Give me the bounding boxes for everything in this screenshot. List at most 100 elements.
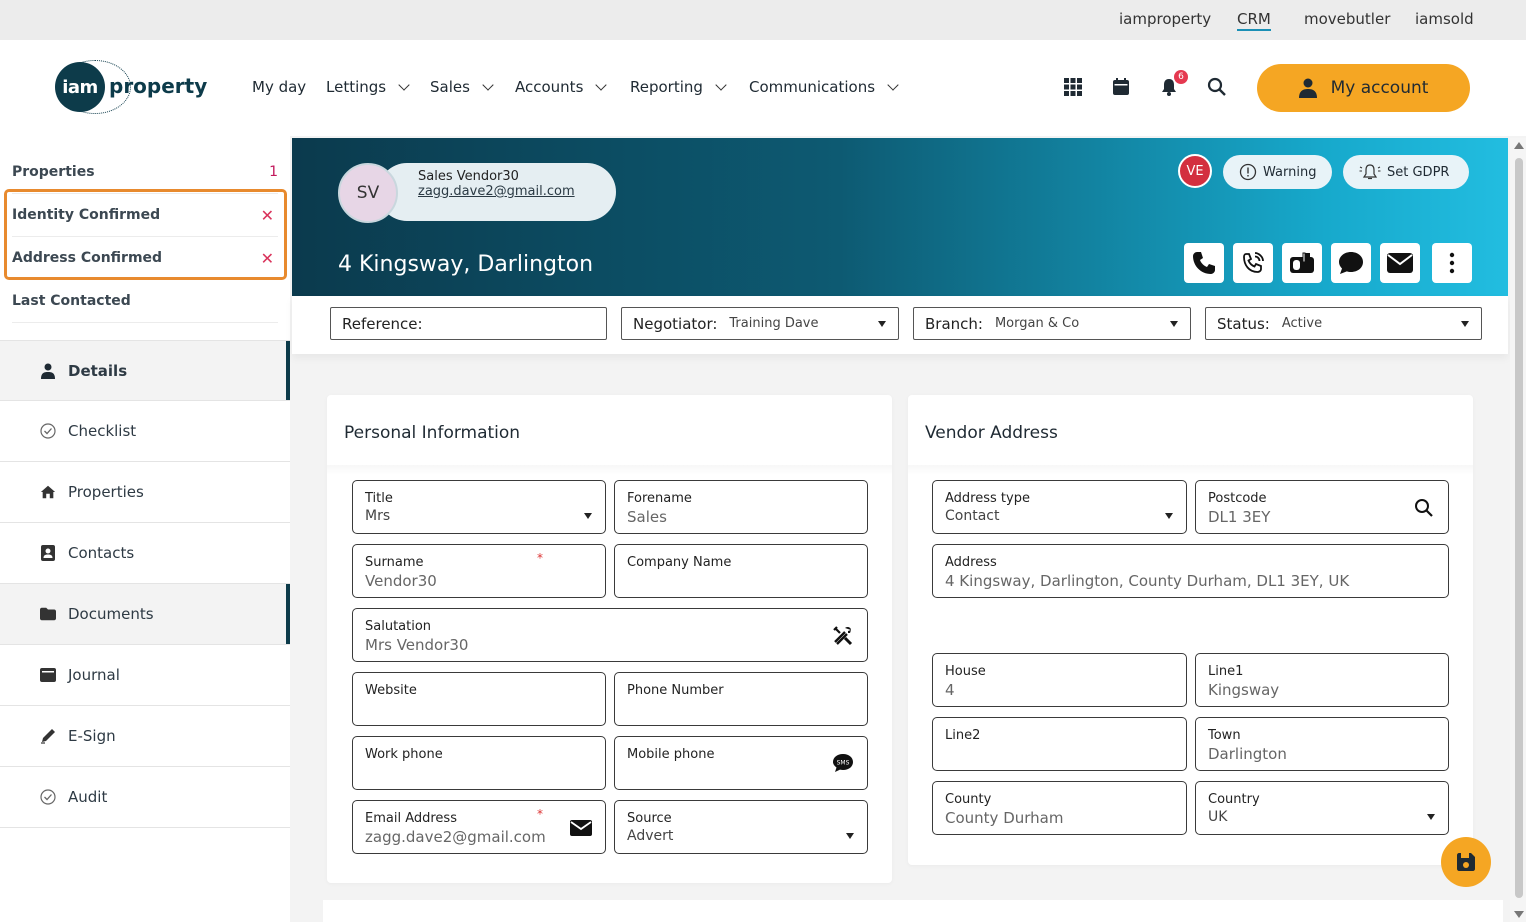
sidebar-item-properties[interactable]: Properties [0,462,290,523]
town-field[interactable]: Town Darlington [1195,717,1449,771]
mail-merge-button[interactable] [1282,243,1322,283]
person-icon [1298,78,1317,98]
field-value: 4 Kingsway, Darlington, County Durham, D… [945,572,1350,590]
sidebar-item-contacts[interactable]: Contacts [0,523,290,584]
journal-icon [40,667,56,683]
field-label: Website [365,683,417,698]
card-divider [908,465,1473,475]
line2-field[interactable]: Line2 [932,717,1187,771]
salutation-field[interactable]: Salutation Mrs Vendor30 [352,608,868,662]
nav-sales[interactable]: Sales [430,78,494,96]
email-address-field[interactable]: Email Address * zagg.dave2@gmail.com [352,800,606,854]
country-select[interactable]: Country UK [1195,781,1449,835]
more-options-button[interactable] [1432,243,1472,283]
field-value: Darlington [1208,745,1287,763]
last-contacted-row: Last Contacted [12,280,278,323]
set-gdpr-button[interactable]: Set GDPR [1343,155,1469,189]
sidebar-properties-summary[interactable]: Properties 1 [12,151,278,194]
person-icon [40,363,56,379]
brand-link-iamproperty[interactable]: iamproperty [1119,10,1211,28]
save-button[interactable] [1441,837,1491,887]
logo-word: property [109,74,208,98]
nav-label: Sales [430,78,470,96]
message-button[interactable] [1331,243,1371,283]
sidebar-item-documents[interactable]: Documents [0,584,290,645]
status-select[interactable]: Status: Active [1205,307,1482,340]
caret-down-icon [584,513,592,519]
field-value: Advert [627,828,674,844]
envelope-icon[interactable] [570,817,592,839]
call-button[interactable] [1184,243,1224,283]
house-field[interactable]: House 4 [932,653,1187,707]
check-circle-icon [40,789,56,805]
field-label: Line1 [1208,664,1244,679]
sidebar-item-journal[interactable]: Journal [0,645,290,706]
branch-select[interactable]: Branch: Morgan & Co [913,307,1191,340]
line1-field[interactable]: Line1 Kingsway [1195,653,1449,707]
brand-link-movebutler[interactable]: movebutler [1304,10,1390,28]
chevron-down-icon [887,79,899,91]
field-label: House [945,664,986,679]
sidebar-item-checklist[interactable]: Checklist [0,401,290,462]
field-label: Forename [627,491,692,506]
sidebar-menu: Details Checklist Properties Contacts Do… [0,340,290,828]
status-label: Status: [1217,314,1270,333]
work-phone-field[interactable]: Work phone [352,736,606,790]
sidebar-item-audit[interactable]: Audit [0,767,290,828]
nav-reporting[interactable]: Reporting [630,78,727,96]
call-log-button[interactable] [1233,243,1273,283]
user-avatar-badge[interactable]: VE [1178,154,1212,188]
postcode-field[interactable]: Postcode DL1 3EY [1195,480,1449,534]
sidebar-item-details[interactable]: Details [0,340,290,401]
iamproperty-logo[interactable]: iam property [55,60,207,114]
address-field[interactable]: Address 4 Kingsway, Darlington, County D… [932,544,1449,598]
warning-button[interactable]: Warning [1223,155,1333,189]
source-select[interactable]: Source Advert [614,800,868,854]
field-label: Salutation [365,619,432,634]
main-header: iam property My day Lettings Sales Accou… [0,40,1526,136]
title-select[interactable]: Title Mrs [352,480,606,534]
tools-icon[interactable] [832,625,854,647]
chevron-down-icon [398,79,410,91]
contact-pill[interactable]: SV Sales Vendor30 zagg.dave2@gmail.com [338,163,616,223]
phone-number-field[interactable]: Phone Number [614,672,868,726]
sidebar-item-esign[interactable]: E-Sign [0,706,290,767]
mobile-phone-field[interactable]: Mobile phone SMS [614,736,868,790]
website-field[interactable]: Website [352,672,606,726]
county-field[interactable]: County County Durham [932,781,1187,835]
apps-grid-icon[interactable] [1062,76,1084,98]
surname-field[interactable]: Surname * Vendor30 [352,544,606,598]
home-icon [40,484,56,500]
sidebar-item-label: Properties [68,483,144,501]
kebab-menu-icon [1449,252,1455,274]
nav-lettings[interactable]: Lettings [326,78,410,96]
nav-my-day[interactable]: My day [252,78,306,96]
negotiator-label: Negotiator: [633,314,718,333]
caret-down-icon [878,321,886,327]
page-scrollbar[interactable] [1510,138,1526,922]
notifications-bell-icon[interactable]: 6 [1158,70,1188,98]
scrollbar-thumb[interactable] [1515,158,1523,898]
my-account-button[interactable]: My account [1257,64,1470,112]
contact-email-link[interactable]: zagg.dave2@gmail.com [418,184,616,199]
scroll-down-arrow-icon[interactable] [1514,911,1524,918]
address-type-select[interactable]: Address type Contact [932,480,1187,534]
search-icon[interactable] [1206,76,1228,98]
company-name-field[interactable]: Company Name [614,544,868,598]
calendar-icon[interactable] [1110,76,1132,98]
field-value: Kingsway [1208,681,1280,699]
forename-field[interactable]: Forename Sales [614,480,868,534]
reference-input[interactable]: Reference: [330,307,607,340]
postcode-search-icon[interactable] [1413,497,1435,519]
sms-icon[interactable]: SMS [832,752,854,774]
brand-link-crm[interactable]: CRM [1237,10,1271,31]
info-circle-icon [1239,163,1257,181]
nav-label: Reporting [630,78,703,96]
sidebar-item-label: Contacts [68,544,135,562]
nav-accounts[interactable]: Accounts [515,78,608,96]
negotiator-select[interactable]: Negotiator: Training Dave [621,307,899,340]
brand-link-iamsold[interactable]: iamsold [1415,10,1474,28]
nav-communications[interactable]: Communications [749,78,899,96]
scroll-up-arrow-icon[interactable] [1514,142,1524,149]
email-button[interactable] [1380,243,1420,283]
